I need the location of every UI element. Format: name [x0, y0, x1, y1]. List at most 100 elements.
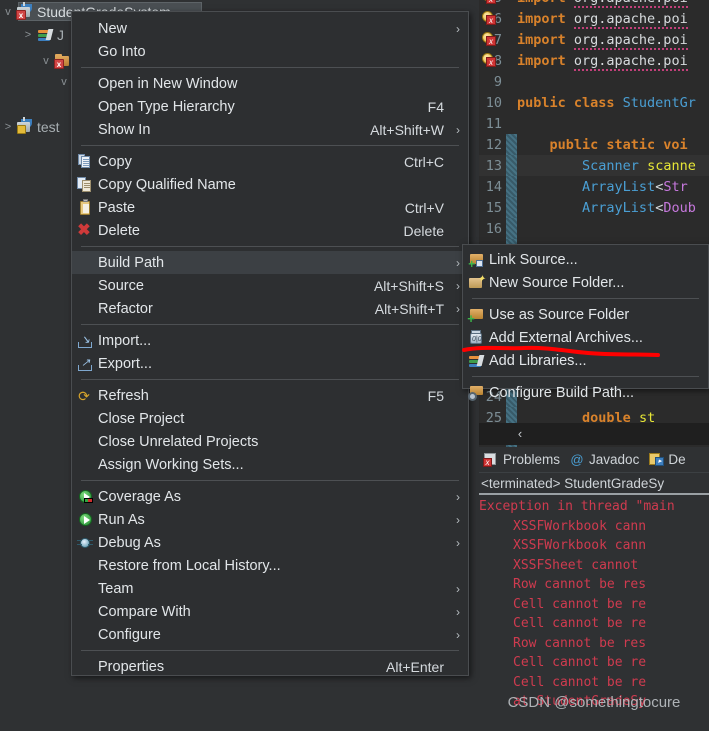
code-line: 10 public class StudentGr [479, 92, 709, 113]
source-folder-error-icon: x [54, 53, 71, 69]
menu-item-label: Import... [98, 332, 152, 349]
menu-item-import[interactable]: ↘ Import... › [72, 329, 468, 352]
expand-twisty-icon[interactable]: v [38, 51, 54, 71]
code-line: 16 [479, 218, 709, 239]
menu-item-icon-slot [72, 44, 98, 60]
menu-item-properties[interactable]: Properties Alt+Enter › [72, 655, 468, 678]
chevron-right-icon: › [456, 255, 460, 270]
menu-item-label: Copy [98, 153, 132, 170]
menu-item-label: Run As [98, 511, 145, 528]
tab-label: Problems [503, 452, 561, 467]
menu-item-restore-from-local-history[interactable]: Restore from Local History... › [72, 554, 468, 577]
menu-item-delete[interactable]: ✖ Delete Delete › [72, 219, 468, 242]
menu-item-open-in-new-window[interactable]: Open in New Window › [72, 72, 468, 95]
chevron-right-icon: › [456, 512, 460, 527]
menu-item-label: Properties [98, 658, 165, 675]
eclipse-ide-screenshot: v x StudentGradeSystem > J v x s v [0, 0, 709, 731]
console-line: Cell cannot be re [513, 655, 647, 670]
code-line: x 5 import org.apache.poi [479, 0, 709, 8]
submenu-item-label: New Source Folder... [489, 274, 625, 291]
menu-item-shortcut: Ctrl+C [403, 153, 444, 170]
line-number: 12 [485, 136, 502, 153]
submenu-item-configure-build-path[interactable]: Configure Build Path... › [463, 381, 708, 404]
submenu-item-use-as-source-folder[interactable]: + Use as Source Folder › [463, 303, 708, 326]
menu-item-go-into[interactable]: Go Into › [72, 40, 468, 63]
menu-item-run-as[interactable]: Run As › [72, 508, 468, 531]
javadoc-icon: @ [570, 451, 584, 467]
editor-horizontal-scrollbar[interactable]: ‹ [479, 423, 709, 445]
expand-twisty-icon[interactable]: v [56, 72, 72, 92]
menu-item-copy[interactable]: Copy Ctrl+C › [72, 150, 468, 173]
menu-item-compare-with[interactable]: Compare With › [72, 600, 468, 623]
menu-separator [81, 324, 459, 325]
tree-row-test-project[interactable]: > test [0, 117, 60, 137]
menu-item-shortcut: Delete [403, 222, 444, 239]
menu-item-icon-slot [72, 535, 98, 551]
menu-item-assign-working-sets[interactable]: Assign Working Sets... › [72, 453, 468, 476]
menu-item-icon-slot [72, 434, 98, 450]
menu-item-debug-as[interactable]: Debug As › [72, 531, 468, 554]
code-text: import org.apache.poi [517, 10, 688, 29]
expand-twisty-icon[interactable]: > [0, 117, 16, 137]
menu-item-coverage-as[interactable]: Coverage As › [72, 485, 468, 508]
code-line: x 7 import org.apache.poi [479, 29, 709, 50]
menu-item-show-in[interactable]: Show In Alt+Shift+W › [72, 118, 468, 141]
menu-item-label: Build Path [98, 254, 165, 271]
menu-item-new[interactable]: New › [72, 17, 468, 40]
refresh-icon: ⟳ [78, 387, 90, 404]
menu-item-label: Refresh [98, 387, 149, 404]
submenu-item-label: Add External Archives... [489, 329, 643, 346]
context-menu[interactable]: New › Go Into › Open in New Window › Ope… [71, 11, 469, 676]
console-line: Exception in thread "main [479, 499, 675, 514]
code-text: public static voi [549, 136, 688, 153]
warning-marker-icon: x [480, 10, 497, 26]
code-line: x 8 import org.apache.poi [479, 50, 709, 71]
tab-declaration[interactable]: ▸ De [648, 452, 686, 468]
menu-item-export[interactable]: ↗ Export... › [72, 352, 468, 375]
console-line: Cell cannot be re [513, 596, 647, 612]
menu-item-label: New [98, 20, 128, 37]
console-tab-bar[interactable]: x Problems @ Javadoc ▸ De [479, 447, 709, 473]
tree-row-jre[interactable]: > J [20, 25, 64, 45]
java-project-error-icon: x [16, 2, 33, 20]
menu-item-label: Delete [98, 222, 140, 239]
console-line: XSSFWorkbook cann [513, 538, 647, 553]
tab-problems[interactable]: x Problems [483, 452, 560, 468]
menu-item-configure[interactable]: Configure › [72, 623, 468, 646]
menu-item-icon-slot: ⟳ [72, 388, 98, 404]
menu-item-icon-slot: ↘ [72, 333, 98, 349]
submenu-item-label: Link Source... [489, 251, 578, 268]
menu-item-close-project[interactable]: Close Project › [72, 407, 468, 430]
scroll-left-icon[interactable]: ‹ [508, 423, 532, 445]
menu-item-team[interactable]: Team › [72, 577, 468, 600]
submenu-item-add-external-archives[interactable]: 0|0 Add External Archives... › [463, 326, 708, 349]
menu-item-copy-qualified-name[interactable]: Copy Qualified Name › [72, 173, 468, 196]
menu-item-shortcut: Alt+Enter [386, 658, 444, 675]
warning-marker-icon: x [480, 52, 497, 68]
coverage-icon [76, 489, 93, 505]
run-icon [76, 512, 93, 528]
expand-twisty-icon[interactable]: v [0, 2, 16, 22]
menu-item-label: Export... [98, 355, 152, 372]
code-text: import org.apache.poi [505, 0, 688, 8]
menu-item-close-unrelated-projects[interactable]: Close Unrelated Projects › [72, 430, 468, 453]
delete-icon: ✖ [77, 221, 91, 239]
submenu-item-add-libraries[interactable]: Add Libraries... › [463, 349, 708, 372]
expand-twisty-icon[interactable]: > [20, 25, 36, 45]
menu-item-open-type-hierarchy[interactable]: Open Type Hierarchy F4 › [72, 95, 468, 118]
chevron-right-icon: › [456, 581, 460, 596]
menu-item-paste[interactable]: Paste Ctrl+V › [72, 196, 468, 219]
build-path-submenu[interactable]: + Link Source... › ✦ New Source Folder..… [462, 244, 709, 401]
console-line: XSSFWorkbook cann [513, 518, 647, 534]
tab-javadoc[interactable]: @ Javadoc [569, 452, 639, 468]
chevron-right-icon: › [456, 489, 460, 504]
menu-item-label: Close Unrelated Projects [98, 433, 259, 450]
submenu-item-link-source[interactable]: + Link Source... › [463, 248, 708, 271]
submenu-item-new-source-folder[interactable]: ✦ New Source Folder... › [463, 271, 708, 294]
menu-item-build-path[interactable]: Build Path › [72, 251, 468, 274]
menu-item-icon-slot [463, 353, 489, 369]
menu-separator [81, 246, 459, 247]
menu-item-refactor[interactable]: Refactor Alt+Shift+T › [72, 297, 468, 320]
menu-item-refresh[interactable]: ⟳ Refresh F5 › [72, 384, 468, 407]
menu-item-source[interactable]: Source Alt+Shift+S › [72, 274, 468, 297]
